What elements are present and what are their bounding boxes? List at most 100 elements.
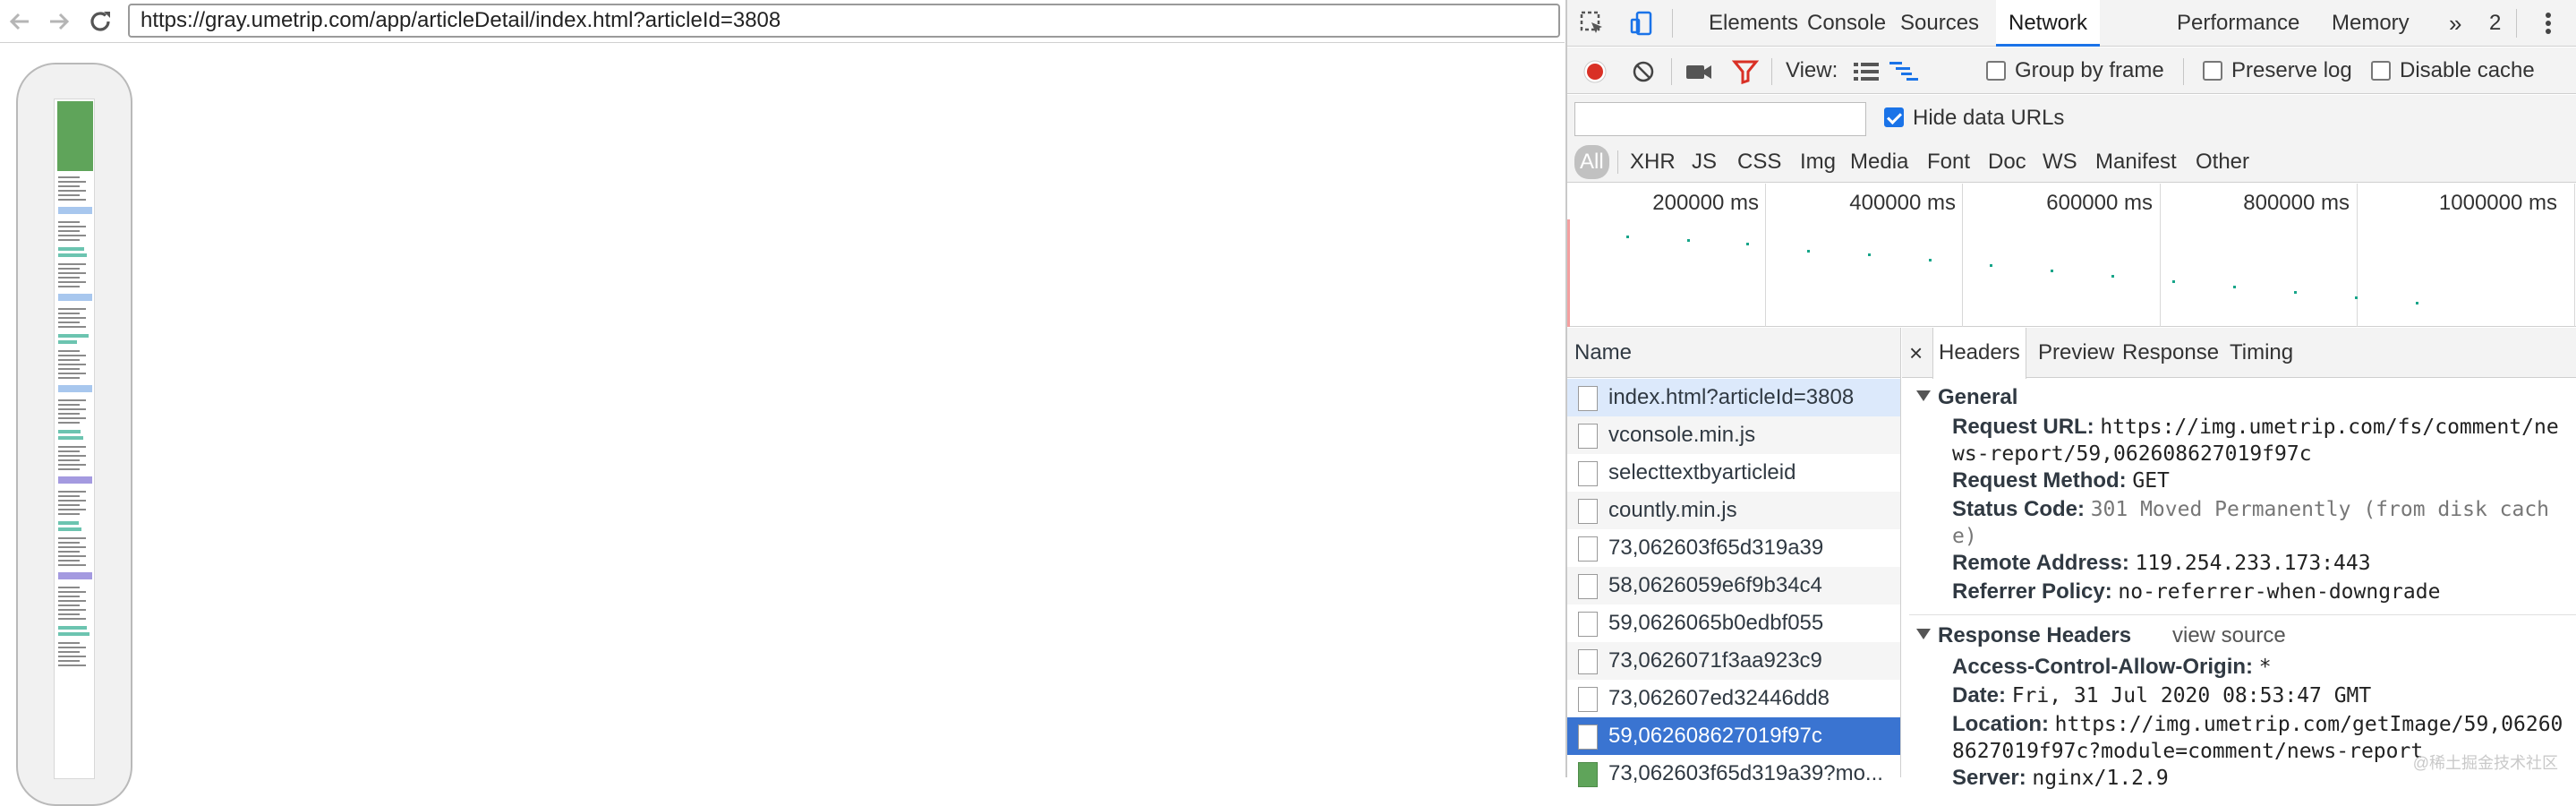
preview-line [58, 364, 86, 365]
response-headers-section-title[interactable]: Response Headers [1916, 623, 2131, 648]
preview-line [58, 399, 86, 401]
request-row[interactable]: 59,0626065b0edbf055 [1567, 604, 1900, 642]
type-font[interactable]: Font [1927, 145, 1970, 179]
type-css[interactable]: CSS [1737, 145, 1781, 179]
address-bar[interactable]: https://gray.umetrip.com/app/articleDeta… [128, 4, 1560, 38]
mobile-page-preview[interactable] [54, 99, 95, 779]
request-name: 59,0626065b0edbf055 [1608, 611, 1824, 635]
reload-icon[interactable] [84, 5, 116, 38]
error-count[interactable]: 2 [2489, 0, 2501, 47]
request-row[interactable]: 59,062608627019f97c [1567, 717, 1900, 755]
request-row[interactable]: 73,0626071f3aa923c9 [1567, 642, 1900, 680]
toolbar-divider-2 [1771, 58, 1772, 85]
filter-input[interactable] [1574, 102, 1866, 136]
preview-line [58, 591, 86, 593]
hide-data-urls-checkbox[interactable] [1884, 107, 1904, 127]
tab-sources[interactable]: Sources [1900, 0, 1979, 47]
preview-line [58, 373, 86, 374]
large-rows-icon[interactable] [1852, 58, 1881, 85]
toolbar-divider [1671, 58, 1672, 85]
request-name: 73,062607ed32446dd8 [1608, 686, 1830, 710]
detail-tab-headers[interactable]: Headers [1932, 328, 2026, 379]
type-all[interactable]: All [1574, 145, 1609, 179]
device-toolbar-icon[interactable] [1628, 9, 1657, 38]
more-tabs-button[interactable]: » [2449, 0, 2461, 47]
timeline-request-mark [1687, 239, 1690, 242]
preview-line [58, 286, 80, 287]
tab-elements[interactable]: Elements [1709, 0, 1798, 47]
timeline-label: 800000 ms [2243, 191, 2350, 215]
preview-line [58, 572, 92, 579]
type-img[interactable]: Img [1800, 145, 1836, 179]
request-row[interactable]: selecttextbyarticleid [1567, 454, 1900, 492]
preview-line [58, 537, 86, 539]
preview-line [58, 626, 87, 630]
disable-cache-checkbox[interactable] [2371, 61, 2391, 81]
tab-console[interactable]: Console [1807, 0, 1886, 47]
type-manifest[interactable]: Manifest [2095, 145, 2177, 179]
record-icon[interactable] [1582, 58, 1608, 85]
collapse-triangle-icon [1916, 390, 1931, 401]
request-row[interactable]: 58,0626059e6f9b34c4 [1567, 567, 1900, 604]
tab-network[interactable]: Network [1996, 0, 2101, 47]
preview-line [58, 190, 86, 192]
request-row[interactable]: vconsole.min.js [1567, 416, 1900, 454]
back-arrow-icon[interactable] [4, 5, 36, 38]
disable-cache-label: Disable cache [2400, 58, 2535, 82]
group-by-frame-checkbox[interactable] [1986, 61, 2006, 81]
type-js[interactable]: JS [1692, 145, 1717, 179]
type-xhr[interactable]: XHR [1630, 145, 1676, 179]
type-doc[interactable]: Doc [1988, 145, 2026, 179]
header-row: Date: Fri, 31 Jul 2020 08:53:47 GMT [1952, 682, 2570, 709]
preview-line [58, 495, 80, 497]
type-ws[interactable]: WS [2043, 145, 2077, 179]
file-icon [1578, 687, 1598, 712]
timeline-request-mark [2111, 275, 2114, 278]
header-value: no-referrer-when-downgrade [2118, 580, 2441, 604]
detail-tab-timing[interactable]: Timing [2230, 328, 2293, 378]
request-row[interactable]: 73,062603f65d319a39?mo... [1567, 755, 1900, 793]
preserve-log-checkbox[interactable] [2203, 61, 2222, 81]
type-media[interactable]: Media [1850, 145, 1908, 179]
general-section-title[interactable]: General [1916, 385, 2017, 410]
preview-line [58, 350, 80, 352]
file-icon [1578, 612, 1598, 637]
request-name: vconsole.min.js [1608, 423, 1756, 447]
preview-line [58, 542, 80, 544]
timeline-request-mark [1626, 236, 1629, 238]
view-source-link[interactable]: view source [2172, 623, 2286, 648]
tab-memory[interactable]: Memory [2332, 0, 2410, 47]
header-value: * [2258, 656, 2272, 679]
preview-line [58, 632, 90, 636]
preview-line [58, 555, 86, 557]
hide-data-urls-label: Hide data URLs [1913, 106, 2065, 130]
load-marker [1567, 219, 1570, 327]
request-row[interactable]: 73,062603f65d319a39 [1567, 529, 1900, 567]
type-other[interactable]: Other [2196, 145, 2249, 179]
detail-tab-preview[interactable]: Preview [2038, 328, 2114, 378]
network-toolbar: View: Group by frame Preserve log Disabl… [1567, 47, 2576, 94]
request-row[interactable]: index.html?articleId=3808 [1567, 379, 1900, 416]
clear-icon[interactable] [1630, 58, 1657, 85]
request-row[interactable]: 73,062607ed32446dd8 [1567, 680, 1900, 717]
preview-line [58, 596, 80, 597]
preview-line [58, 326, 86, 328]
close-detail-button[interactable]: × [1909, 328, 1923, 378]
preview-line [58, 263, 86, 265]
inspect-element-icon[interactable] [1578, 9, 1607, 38]
preview-line [58, 464, 86, 466]
camera-icon[interactable] [1684, 58, 1714, 85]
preview-line [58, 500, 86, 502]
detail-tab-response[interactable]: Response [2122, 328, 2219, 378]
name-column-header[interactable]: Name [1567, 328, 1900, 378]
tab-performance[interactable]: Performance [2177, 0, 2299, 47]
timeline-label: 600000 ms [2046, 191, 2153, 215]
forward-arrow-icon[interactable] [43, 5, 75, 38]
waterfall-icon[interactable] [1888, 58, 1920, 85]
kebab-menu-icon[interactable] [2534, 9, 2563, 38]
request-row[interactable]: countly.min.js [1567, 492, 1900, 529]
network-overview-timeline[interactable]: 200000 ms 400000 ms 600000 ms 800000 ms … [1567, 184, 2576, 327]
preview-line [58, 281, 86, 283]
filter-icon[interactable] [1730, 58, 1761, 85]
header-value: Fri, 31 Jul 2020 08:53:47 GMT [2011, 684, 2372, 707]
